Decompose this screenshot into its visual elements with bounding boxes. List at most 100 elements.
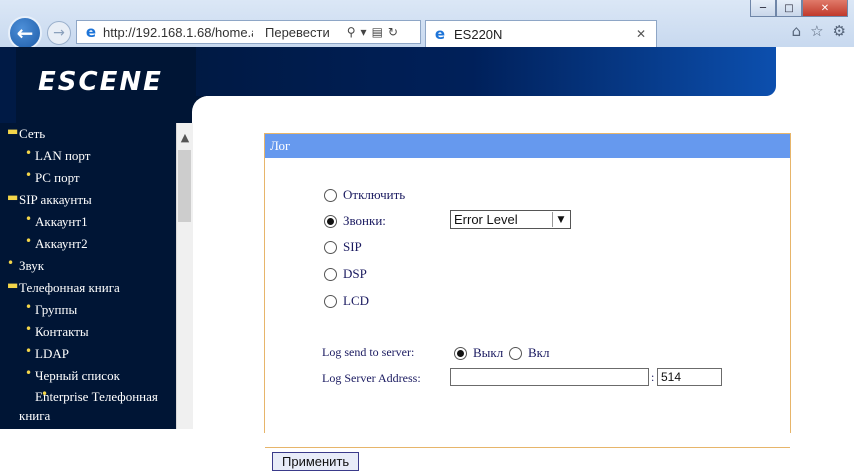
sidebar-item-enterprise-phonebook[interactable]: • Enterprise Телефонная книга <box>0 387 176 425</box>
dot-bullet-icon: • <box>25 366 33 380</box>
compat-view-icon[interactable]: ▤ <box>372 25 383 39</box>
radio-send-on[interactable]: Вкл <box>509 345 549 361</box>
radio-label: Вкл <box>528 345 550 360</box>
radio-label: SIP <box>343 239 362 254</box>
sidebar-item-label: Аккаунт2 <box>35 236 88 251</box>
sidebar-item-sound[interactable]: • Звук <box>0 255 176 277</box>
url-text[interactable]: http://192.168.1.68/home.asp <box>103 25 253 40</box>
radio-send-off[interactable]: Выкл <box>454 345 503 361</box>
radio-label: Отключить <box>343 187 406 202</box>
sidebar-scrollbar[interactable]: ▲ <box>176 123 193 429</box>
chevron-down-icon[interactable]: ▼ <box>552 212 569 227</box>
logo-area: ESCENE <box>16 47 196 123</box>
radio-label: Выкл <box>473 345 504 360</box>
dot-bullet-icon: • <box>25 344 33 358</box>
search-icon[interactable]: ⚲ <box>347 25 356 39</box>
home-icon[interactable]: ⌂ <box>792 22 802 40</box>
minimize-button[interactable]: ─ <box>750 0 776 17</box>
radio-disable[interactable]: Отключить <box>324 187 405 203</box>
radio-label: Звонки: <box>343 213 386 228</box>
maximize-icon: □ <box>784 2 794 14</box>
arrow-right-icon: → <box>53 25 65 41</box>
arrow-left-icon: ← <box>16 21 34 45</box>
dot-bullet-icon: • <box>25 300 33 314</box>
radio-dsp[interactable]: DSP <box>324 266 367 282</box>
translate-button[interactable]: Перевести <box>253 25 342 40</box>
sidebar-item-groups[interactable]: • Группы <box>0 299 176 321</box>
sidebar-item-label: Звук <box>19 258 45 273</box>
sidebar-item-contacts[interactable]: • Контакты <box>0 321 176 343</box>
maximize-button[interactable]: □ <box>776 0 802 17</box>
log-panel: Лог Отключить Звонки: Error Level ▼ SIP … <box>264 133 791 471</box>
log-level-select[interactable]: Error Level ▼ <box>450 210 571 229</box>
dropdown-icon[interactable]: ▾ <box>361 25 367 39</box>
dot-bullet-icon: • <box>25 212 33 226</box>
select-value: Error Level <box>454 212 518 227</box>
apply-button[interactable]: Применить <box>272 452 360 471</box>
dash-bullet-icon: ▬ <box>7 124 19 138</box>
radio-checked-icon[interactable] <box>454 346 467 360</box>
sidebar-item-pc-port[interactable]: • PC порт <box>0 167 176 189</box>
header-corner <box>176 96 212 123</box>
address-bar[interactable]: e http://192.168.1.68/home.asp Перевести… <box>76 20 421 44</box>
dot-bullet-icon: • <box>41 387 49 401</box>
favorites-star-icon[interactable]: ☆ <box>810 22 823 40</box>
sidebar-item-label: SIP аккаунты <box>19 192 92 207</box>
server-address-input[interactable] <box>450 368 649 386</box>
sidebar-item-lan-port[interactable]: • LAN порт <box>0 145 176 167</box>
sidebar-item-label: Сеть <box>19 126 46 141</box>
server-port-input[interactable]: 514 <box>657 368 722 386</box>
sidebar-item-account2[interactable]: • Аккаунт2 <box>0 233 176 255</box>
radio-icon[interactable] <box>324 294 337 308</box>
radio-icon[interactable] <box>324 188 337 202</box>
radio-label: LCD <box>343 293 369 308</box>
sidebar-item-label: Группы <box>35 302 78 317</box>
sidebar-item-sip-accounts[interactable]: ▬ SIP аккаунты <box>0 189 176 211</box>
radio-icon[interactable] <box>324 267 337 281</box>
dot-bullet-icon: • <box>25 234 33 248</box>
ie-icon: e <box>85 23 97 41</box>
sidebar-item-blacklist[interactable]: • Черный список <box>0 365 176 387</box>
sidebar-item-label: Аккаунт1 <box>35 214 88 229</box>
scroll-thumb[interactable] <box>178 150 191 222</box>
radio-icon[interactable] <box>509 346 522 360</box>
sidebar-item-network[interactable]: ▬ Сеть <box>0 123 176 145</box>
panel-divider <box>265 447 790 448</box>
radio-checked-icon[interactable] <box>324 214 337 228</box>
sidebar-item-label: Черный список <box>35 368 120 383</box>
sidebar-item-account1[interactable]: • Аккаунт1 <box>0 211 176 233</box>
minimize-icon: ─ <box>759 2 767 14</box>
ie-icon: e <box>434 25 446 43</box>
close-tab-icon[interactable]: ✕ <box>636 27 646 41</box>
sidebar-item-label: PC порт <box>35 170 80 185</box>
sidebar-item-label: LDAP <box>35 346 69 361</box>
sidebar-item-label: Телефонная книга <box>19 280 120 295</box>
close-window-button[interactable]: ✕ <box>802 0 848 17</box>
sidebar-nav: ▬ Сеть • LAN порт • PC порт ▬ SIP аккаун… <box>0 123 176 429</box>
log-server-address-label: Log Server Address: <box>322 371 421 385</box>
forward-button[interactable]: → <box>47 21 71 45</box>
radio-calls[interactable]: Звонки: <box>324 213 386 229</box>
web-page: ESCENE ▬ Сеть • LAN порт • PC порт ▬ SIP… <box>0 47 854 471</box>
sidebar-item-ldap[interactable]: • LDAP <box>0 343 176 365</box>
radio-label: DSP <box>343 266 367 281</box>
radio-icon[interactable] <box>324 240 337 254</box>
tab-es220n[interactable]: e ES220N ✕ <box>425 20 657 47</box>
log-send-label: Log send to server: <box>322 345 415 359</box>
dash-bullet-icon: ▬ <box>7 190 19 204</box>
dot-bullet-icon: • <box>25 322 33 336</box>
panel-title: Лог <box>265 134 790 158</box>
port-separator: : <box>651 370 655 384</box>
dot-bullet-icon: • <box>7 256 15 270</box>
sidebar-item-label: LAN порт <box>35 148 91 163</box>
back-button[interactable]: ← <box>8 16 42 50</box>
refresh-icon[interactable]: ↻ <box>388 25 398 39</box>
sidebar-item-phonebook[interactable]: ▬ Телефонная книга <box>0 277 176 299</box>
gear-icon[interactable]: ⚙ <box>833 22 846 40</box>
browser-chrome: ← → e http://192.168.1.68/home.asp Перев… <box>0 0 854 50</box>
dash-bullet-icon: ▬ <box>7 278 19 292</box>
radio-sip[interactable]: SIP <box>324 239 362 255</box>
chevron-up-icon[interactable]: ▲ <box>177 131 193 144</box>
radio-lcd[interactable]: LCD <box>324 293 369 309</box>
window-controls: ─ □ ✕ <box>750 0 848 17</box>
